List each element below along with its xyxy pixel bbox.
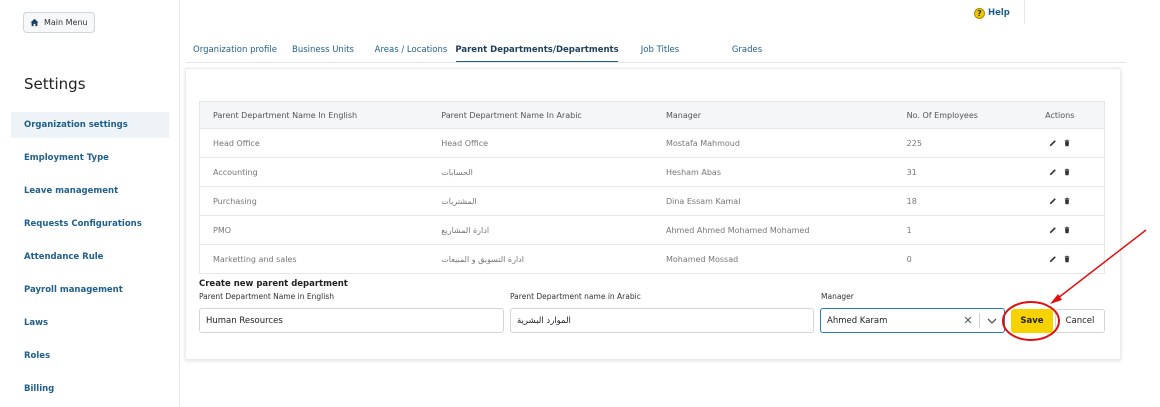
sidebar-item-organization-settings[interactable]: Organization settings: [11, 112, 169, 138]
home-icon: [30, 18, 39, 27]
delete-icon[interactable]: [1063, 139, 1071, 147]
page-title: Settings: [24, 75, 86, 93]
cell-arabic-name: الحسابات: [428, 157, 653, 187]
departments-card: Parent Department Name In English Parent…: [185, 68, 1121, 360]
tab-business-units[interactable]: Business Units: [292, 38, 354, 61]
column-header-employees: No. Of Employees: [893, 101, 1017, 129]
help-label: Help: [988, 8, 1010, 18]
cell-employees: 225: [893, 128, 1017, 158]
table-header-row: Parent Department Name In English Parent…: [199, 101, 1105, 129]
edit-icon[interactable]: [1049, 255, 1057, 263]
sidebar-item-payroll-management[interactable]: Payroll management: [11, 277, 169, 303]
tab-parent-departments[interactable]: Parent Departments/Departments: [455, 38, 619, 63]
cell-english-name: Marketting and sales: [199, 244, 429, 274]
cell-arabic-name: ادارة التسويق و المبيعات: [428, 244, 653, 274]
edit-icon[interactable]: [1049, 139, 1057, 147]
table-row: Accounting الحسابات Hesham Abas 31: [199, 157, 1105, 187]
tab-grades[interactable]: Grades: [730, 38, 764, 61]
column-header-actions: Actions: [1016, 101, 1105, 129]
table-row: PMO ادارة المشاريع Ahmed Ahmed Mohamed M…: [199, 215, 1105, 245]
help-icon: ?: [974, 7, 985, 19]
arabic-name-input[interactable]: الموارد البشرية: [510, 308, 814, 333]
sidebar-item-employment-type[interactable]: Employment Type: [11, 145, 169, 171]
cell-employees: 0: [893, 244, 1017, 274]
cell-arabic-name: Head Office: [428, 128, 653, 158]
settings-tabs: Organization profile Business Units Area…: [186, 38, 1126, 63]
table-row: Head Office Head Office Mostafa Mahmoud …: [199, 128, 1105, 158]
cell-english-name: Head Office: [199, 128, 429, 158]
sidebar: Main Menu Settings Organization settings…: [0, 0, 180, 407]
header-divider: [1024, 0, 1025, 24]
chevron-down-icon[interactable]: [980, 318, 1004, 324]
tab-job-titles[interactable]: Job Titles: [638, 38, 682, 61]
tab-organization-profile[interactable]: Organization profile: [188, 38, 282, 61]
sidebar-item-laws[interactable]: Laws: [11, 310, 169, 336]
cell-actions: [1016, 186, 1105, 216]
edit-icon[interactable]: [1049, 197, 1057, 205]
sidebar-item-leave-management[interactable]: Leave management: [11, 178, 169, 204]
table-row: Purchasing المشتريات Dina Essam Kamal 18: [199, 186, 1105, 216]
form-title: Create new parent department: [199, 279, 348, 289]
main-menu-label: Main Menu: [44, 18, 88, 27]
cell-manager: Dina Essam Kamal: [652, 186, 894, 216]
edit-icon[interactable]: [1049, 168, 1057, 176]
cell-english-name: Accounting: [199, 157, 429, 187]
cell-arabic-name: المشتريات: [428, 186, 653, 216]
manager-select[interactable]: Ahmed Karam ✕: [820, 308, 1005, 333]
sidebar-item-billing[interactable]: Billing: [11, 376, 169, 402]
manager-label: Manager: [821, 292, 854, 301]
help-link[interactable]: ? Help: [974, 6, 1010, 20]
manager-selected-value: Ahmed Karam: [827, 315, 888, 326]
cell-actions: [1016, 244, 1105, 274]
delete-icon[interactable]: [1063, 197, 1071, 205]
cell-arabic-name: ادارة المشاريع: [428, 215, 653, 245]
main-menu-button[interactable]: Main Menu: [23, 12, 95, 33]
cell-employees: 1: [893, 215, 1017, 245]
english-name-input[interactable]: Human Resources: [199, 308, 504, 333]
manager-select-controls: ✕: [957, 309, 1004, 332]
delete-icon[interactable]: [1063, 255, 1071, 263]
tab-areas-locations[interactable]: Areas / Locations: [374, 38, 448, 61]
english-name-label: Parent Department Name in English: [199, 292, 334, 301]
cell-actions: [1016, 157, 1105, 187]
column-header-manager: Manager: [652, 101, 894, 129]
cell-manager: Mohamed Mossad: [652, 244, 894, 274]
edit-icon[interactable]: [1049, 226, 1057, 234]
cell-english-name: Purchasing: [199, 186, 429, 216]
cell-manager: Mostafa Mahmoud: [652, 128, 894, 158]
column-header-english-name: Parent Department Name In English: [199, 101, 429, 129]
cancel-button[interactable]: Cancel: [1055, 309, 1105, 333]
cell-english-name: PMO: [199, 215, 429, 245]
sidebar-item-requests-configurations[interactable]: Requests Configurations: [11, 211, 169, 237]
cell-employees: 18: [893, 186, 1017, 216]
column-header-arabic-name: Parent Department Name In Arabic: [428, 101, 653, 129]
delete-icon[interactable]: [1063, 168, 1071, 176]
cell-manager: Ahmed Ahmed Mohamed Mohamed: [652, 215, 894, 245]
departments-table: Parent Department Name In English Parent…: [199, 101, 1105, 274]
table-row: Marketting and sales ادارة التسويق و الم…: [199, 244, 1105, 274]
arabic-name-label: Parent Department name in Arabic: [510, 292, 641, 301]
save-button[interactable]: Save: [1011, 309, 1053, 333]
tabs-divider: [186, 62, 1126, 63]
cell-actions: [1016, 215, 1105, 245]
delete-icon[interactable]: [1063, 226, 1071, 234]
sidebar-item-roles[interactable]: Roles: [11, 343, 169, 369]
clear-icon[interactable]: ✕: [957, 314, 979, 327]
sidebar-item-attendance-rule[interactable]: Attendance Rule: [11, 244, 169, 270]
cell-employees: 31: [893, 157, 1017, 187]
cell-actions: [1016, 128, 1105, 158]
cell-manager: Hesham Abas: [652, 157, 894, 187]
